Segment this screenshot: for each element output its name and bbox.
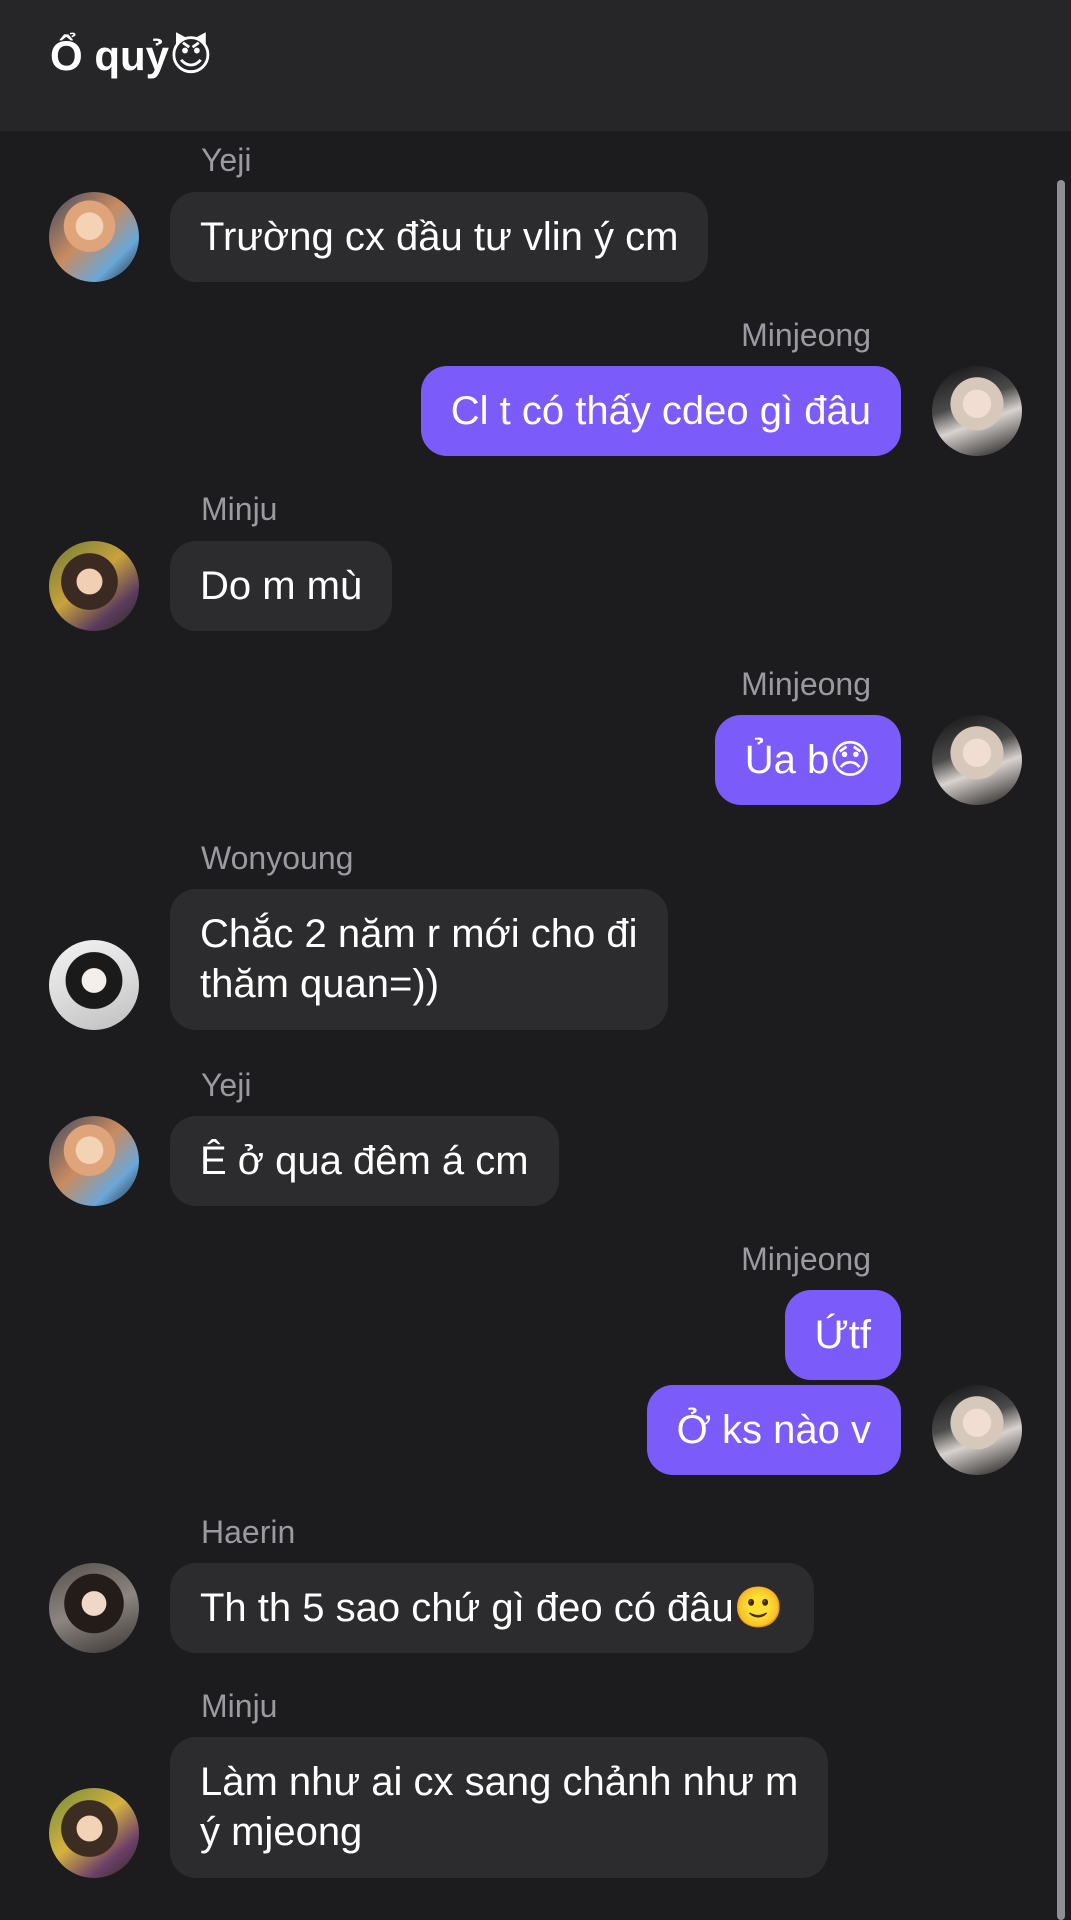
message-bubble-outgoing[interactable]: Ứtf xyxy=(784,1290,901,1380)
avatar-haerin[interactable] xyxy=(49,1563,139,1653)
avatar-yeji[interactable] xyxy=(49,192,139,282)
avatar-minju[interactable] xyxy=(49,1788,139,1878)
message-bubble-incoming[interactable]: Trường cx đầu tư vlin ý cm xyxy=(170,192,709,282)
chat-header: Ổ quỷ😈 xyxy=(0,0,1071,131)
sender-name: Haerin xyxy=(201,1514,296,1550)
sender-name: Minju xyxy=(201,491,278,527)
message-bubble-incoming[interactable]: Th th 5 sao chứ gì đeo có đâu🙂 xyxy=(170,1563,814,1653)
sender-name: Yeji xyxy=(201,142,252,178)
message-line: ý mjeong xyxy=(200,1810,363,1854)
chat-screen: Ổ quỷ😈 Yeji Trường cx đầu tư vlin ý cm M… xyxy=(0,0,1071,1920)
avatar-wonyoung[interactable] xyxy=(49,940,139,1030)
message-bubble-outgoing[interactable]: Ở ks nào v xyxy=(646,1385,901,1475)
avatar-minjeong[interactable] xyxy=(932,1385,1022,1475)
message-line: thăm quan=)) xyxy=(200,962,440,1006)
message-line: Chắc 2 năm r mới cho đi xyxy=(200,912,638,956)
avatar-minjeong[interactable] xyxy=(932,715,1022,805)
avatar-minjeong[interactable] xyxy=(932,366,1022,456)
scrollbar[interactable] xyxy=(1057,180,1065,1920)
message-bubble-incoming[interactable]: Chắc 2 năm r mới cho đi thăm quan=)) xyxy=(170,889,668,1030)
sender-name: Minjeong xyxy=(741,1241,871,1277)
sender-name: Wonyoung xyxy=(201,840,354,876)
sender-name: Minjeong xyxy=(741,317,871,353)
message-bubble-outgoing[interactable]: Cl t có thấy cdeo gì đâu xyxy=(420,366,901,456)
message-bubble-incoming[interactable]: Ê ở qua đêm á cm xyxy=(170,1116,559,1206)
group-title[interactable]: Ổ quỷ😈 xyxy=(50,28,213,84)
sender-name: Minjeong xyxy=(741,666,871,702)
avatar-minju[interactable] xyxy=(49,541,139,631)
message-bubble-outgoing[interactable]: Ủa b😞 xyxy=(714,715,901,805)
avatar-yeji[interactable] xyxy=(49,1116,139,1206)
sender-name: Yeji xyxy=(201,1067,252,1103)
message-line: Làm như ai cx sang chảnh như m xyxy=(200,1760,799,1804)
sender-name: Minju xyxy=(201,1688,278,1724)
message-bubble-incoming[interactable]: Làm như ai cx sang chảnh như m ý mjeong xyxy=(170,1737,829,1878)
message-bubble-incoming[interactable]: Do m mù xyxy=(170,541,393,631)
scrollbar-thumb[interactable] xyxy=(1057,180,1065,1920)
